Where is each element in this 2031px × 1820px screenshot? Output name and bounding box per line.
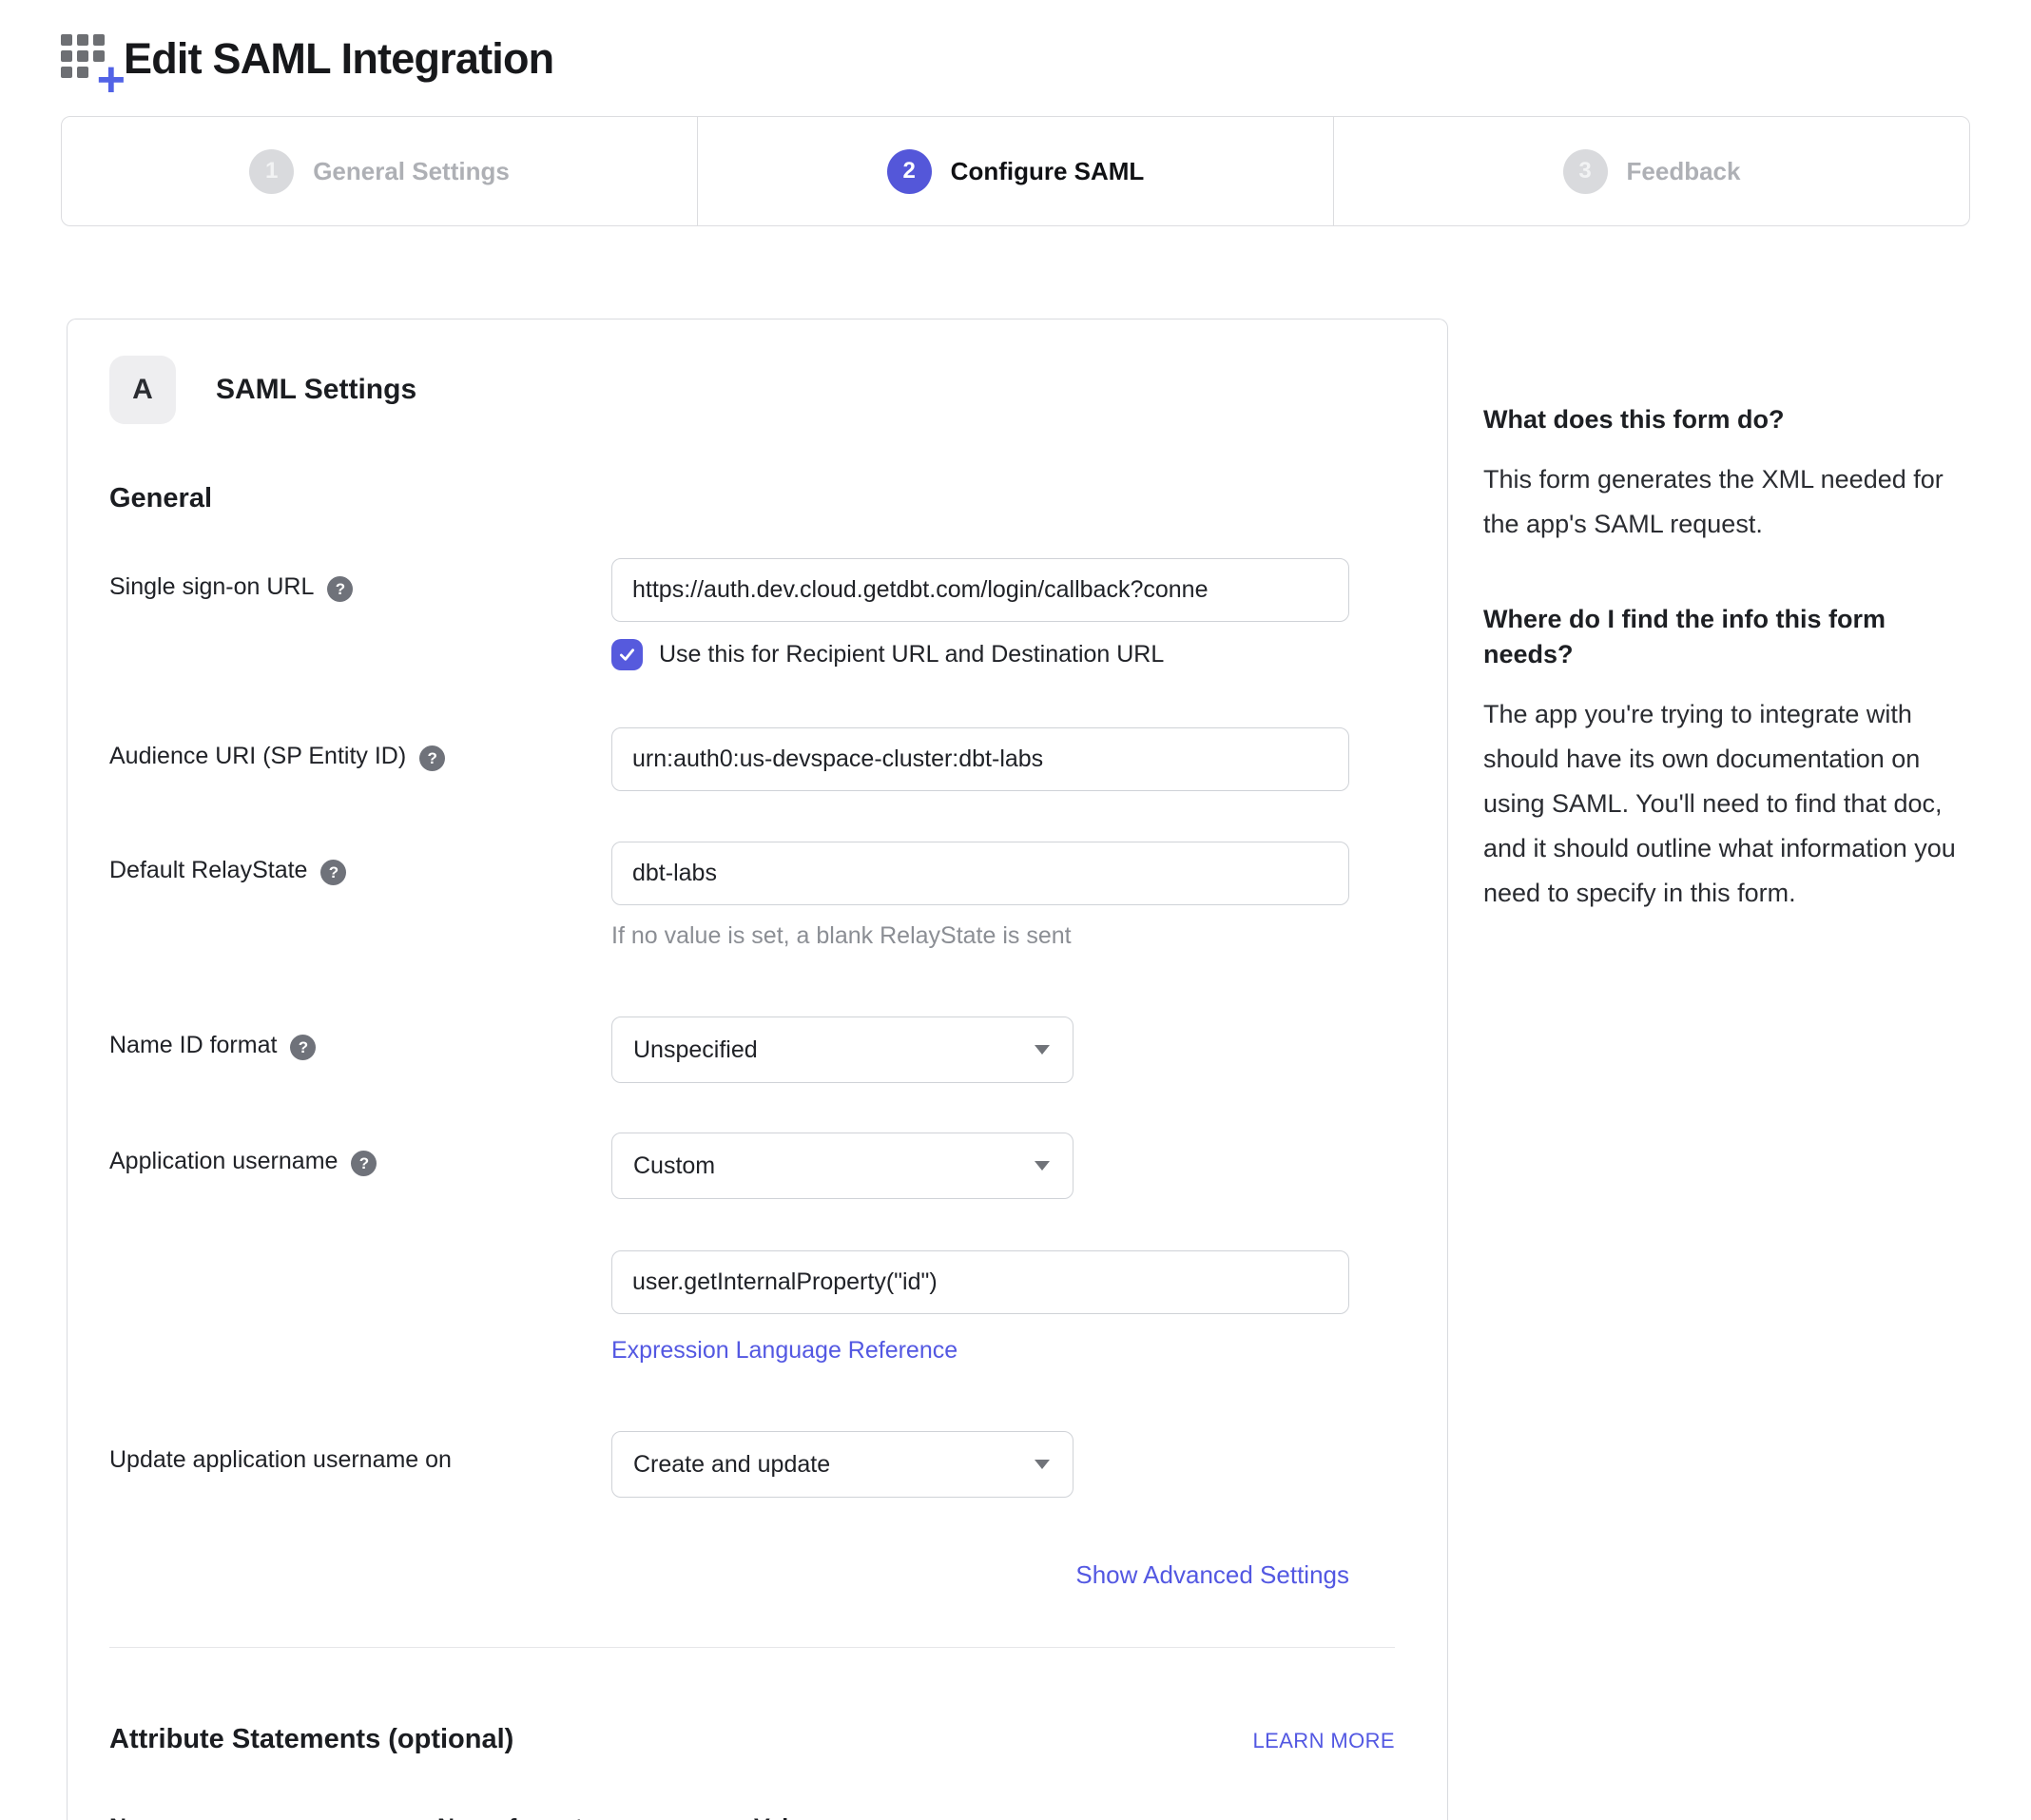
page-title: Edit SAML Integration bbox=[124, 34, 553, 84]
column-header-name-format: Name format bbox=[437, 1814, 754, 1820]
column-header-name: Name bbox=[109, 1814, 437, 1820]
expression-language-reference-link[interactable]: Expression Language Reference bbox=[611, 1337, 957, 1365]
app-grid-plus-icon: + bbox=[61, 34, 114, 89]
audience-uri-input[interactable] bbox=[611, 727, 1349, 791]
check-icon bbox=[617, 645, 637, 665]
sso-url-input[interactable] bbox=[611, 558, 1349, 622]
sso-url-label: Single sign-on URL bbox=[109, 573, 314, 601]
help-icon[interactable]: ? bbox=[419, 745, 445, 771]
audience-uri-label: Audience URI (SP Entity ID) bbox=[109, 743, 406, 770]
help-icon[interactable]: ? bbox=[327, 576, 353, 602]
attribute-statements-heading: Attribute Statements (optional) bbox=[109, 1724, 513, 1755]
step-1-circle: 1 bbox=[249, 149, 294, 194]
learn-more-link[interactable]: LEARN MORE bbox=[1253, 1729, 1395, 1753]
sidebar-heading-where: Where do I find the info this form needs… bbox=[1483, 602, 1935, 671]
update-application-username-label: Update application username on bbox=[109, 1446, 452, 1474]
application-username-select[interactable]: Custom bbox=[611, 1133, 1074, 1199]
sidebar-body-what: This form generates the XML needed for t… bbox=[1483, 457, 1983, 547]
step-general-settings[interactable]: 1 General Settings bbox=[62, 117, 697, 225]
attribute-table-header: Name Name format Value bbox=[109, 1814, 1394, 1820]
step-feedback[interactable]: 3 Feedback bbox=[1333, 117, 1969, 225]
step-3-label: Feedback bbox=[1627, 157, 1741, 186]
section-a-badge: A bbox=[109, 356, 176, 424]
caret-down-icon bbox=[1035, 1161, 1050, 1171]
caret-down-icon bbox=[1035, 1045, 1050, 1055]
saml-settings-panel: A SAML Settings General Single sign-on U… bbox=[67, 319, 1448, 1820]
step-2-circle: 2 bbox=[887, 149, 932, 194]
recipient-url-checkbox-label[interactable]: Use this for Recipient URL and Destinati… bbox=[659, 641, 1164, 668]
update-application-username-select[interactable]: Create and update bbox=[611, 1431, 1074, 1498]
name-id-format-label: Name ID format bbox=[109, 1032, 277, 1059]
application-username-value: Custom bbox=[633, 1152, 715, 1180]
application-username-label: Application username bbox=[109, 1148, 338, 1175]
custom-username-expression-input[interactable] bbox=[611, 1250, 1349, 1314]
step-configure-saml[interactable]: 2 Configure SAML bbox=[697, 117, 1333, 225]
column-header-value: Value bbox=[754, 1814, 1394, 1820]
caret-down-icon bbox=[1035, 1460, 1050, 1469]
relaystate-hint: If no value is set, a blank RelayState i… bbox=[611, 922, 1349, 950]
step-2-label: Configure SAML bbox=[951, 157, 1145, 186]
help-icon[interactable]: ? bbox=[320, 860, 346, 885]
plus-icon: + bbox=[97, 55, 126, 105]
help-icon[interactable]: ? bbox=[290, 1035, 316, 1060]
sidebar-heading-what: What does this form do? bbox=[1483, 402, 1935, 436]
default-relaystate-input[interactable] bbox=[611, 842, 1349, 905]
wizard-steps: 1 General Settings 2 Configure SAML 3 Fe… bbox=[61, 116, 1970, 226]
show-advanced-settings-link[interactable]: Show Advanced Settings bbox=[1075, 1560, 1349, 1589]
name-id-format-select[interactable]: Unspecified bbox=[611, 1016, 1074, 1083]
step-1-label: General Settings bbox=[313, 157, 510, 186]
step-3-circle: 3 bbox=[1563, 149, 1608, 194]
default-relaystate-label: Default RelayState bbox=[109, 857, 307, 884]
help-sidebar: What does this form do? This form genera… bbox=[1483, 319, 2016, 916]
page-header: + Edit SAML Integration bbox=[0, 0, 2031, 89]
edit-saml-integration-page: + Edit SAML Integration 1 General Settin… bbox=[0, 0, 2031, 1820]
panel-title: SAML Settings bbox=[216, 374, 416, 406]
section-divider bbox=[109, 1647, 1395, 1648]
help-icon[interactable]: ? bbox=[351, 1151, 377, 1176]
name-id-format-value: Unspecified bbox=[633, 1036, 758, 1064]
sidebar-body-where: The app you're trying to integrate with … bbox=[1483, 692, 1983, 916]
recipient-url-checkbox[interactable] bbox=[611, 639, 643, 670]
general-section-heading: General bbox=[109, 483, 1394, 514]
update-application-username-value: Create and update bbox=[633, 1451, 830, 1479]
